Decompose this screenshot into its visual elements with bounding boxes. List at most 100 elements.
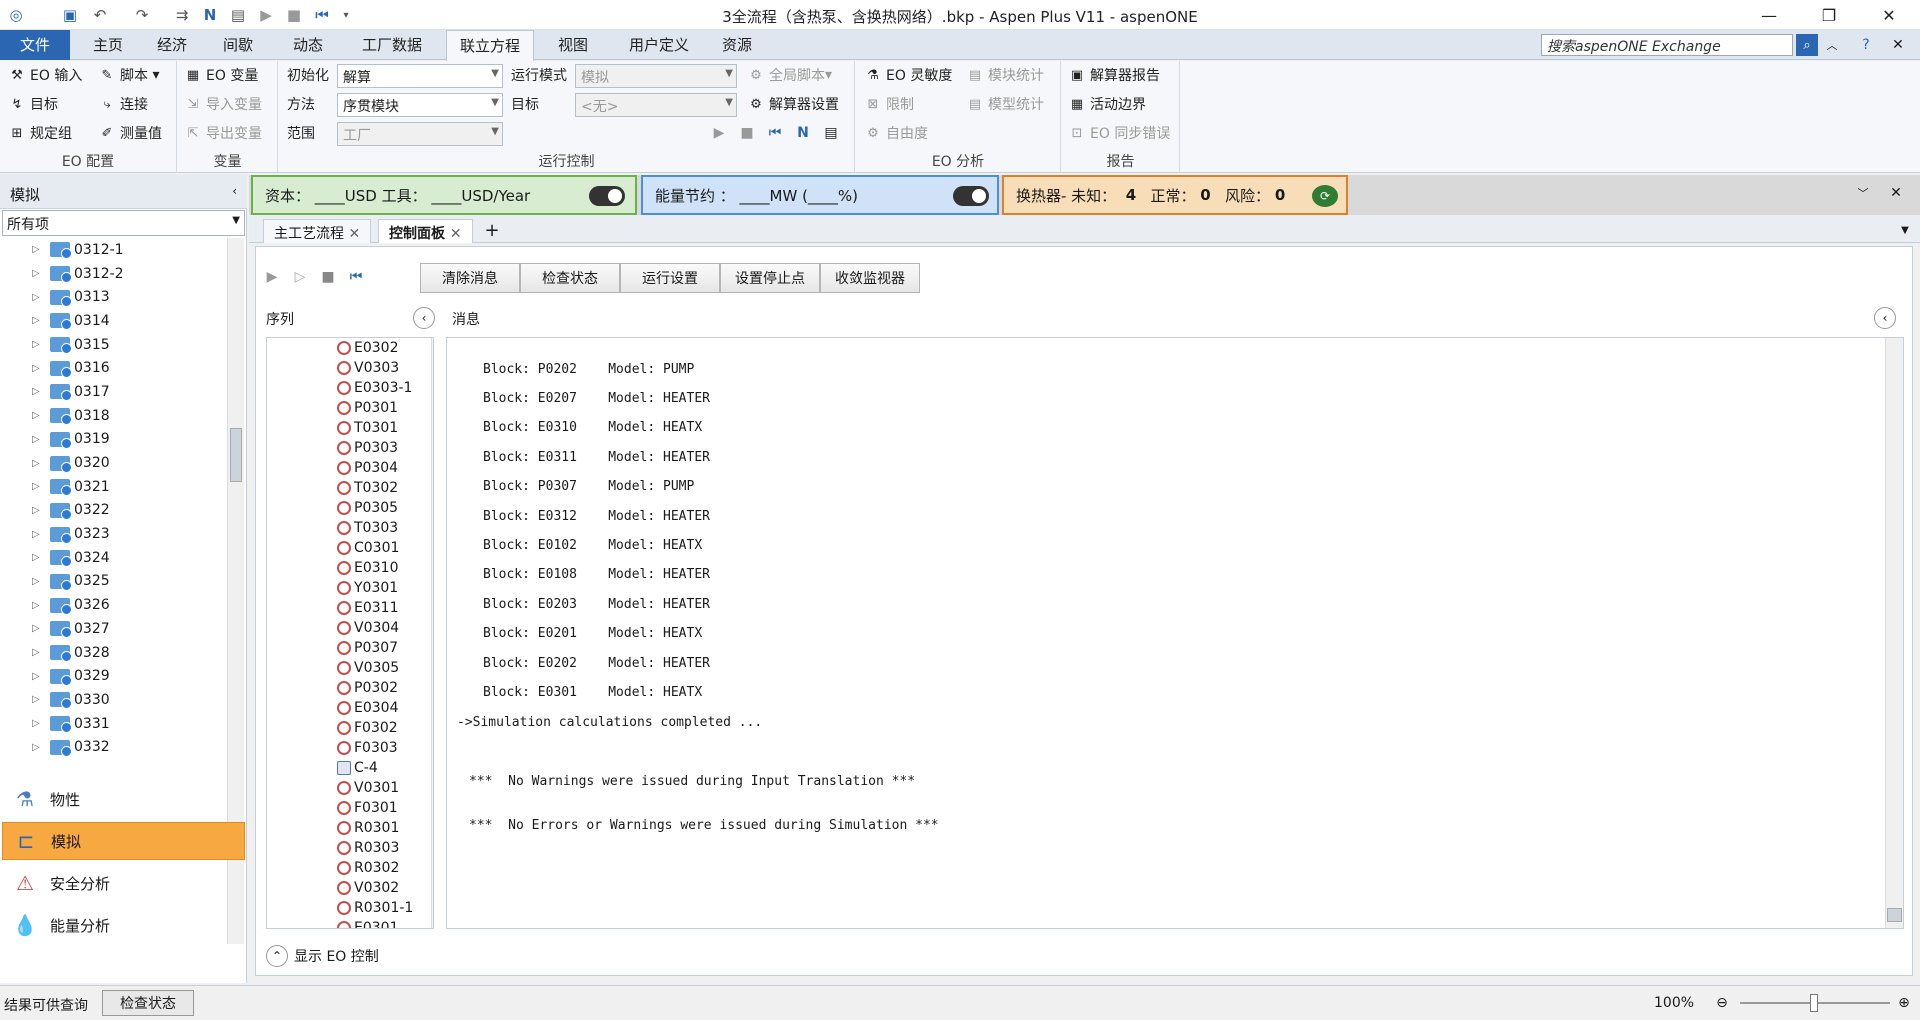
hx-status-icon[interactable]: ⟳: [1312, 185, 1338, 207]
tab-main-flowsheet[interactable]: 主工艺流程 ✕: [263, 219, 372, 243]
nav-energy[interactable]: 💧 能量分析: [2, 906, 245, 944]
sequence-item[interactable]: P0303: [267, 438, 433, 458]
sequence-item[interactable]: P0304: [267, 458, 433, 478]
sequence-item[interactable]: E0311: [267, 598, 433, 618]
expand-icon[interactable]: ▷: [32, 718, 46, 729]
clear-messages-button[interactable]: 清除消息: [420, 263, 520, 293]
scrollbar-thumb[interactable]: [230, 428, 242, 482]
sequence-item[interactable]: V0302: [267, 878, 433, 898]
expand-icon[interactable]: ▷: [32, 505, 46, 516]
close-bar-icon[interactable]: ✕: [1886, 183, 1906, 203]
sequence-item[interactable]: V0304: [267, 618, 433, 638]
eo-sensitivity-button[interactable]: ⚗ EO 灵敏度: [864, 63, 952, 87]
sequence-item[interactable]: P0305: [267, 498, 433, 518]
spec-group-button[interactable]: ⊞ 规定组: [8, 121, 72, 145]
control-panel-icon[interactable]: ▤: [821, 123, 841, 143]
tab-resources[interactable]: 资源: [707, 30, 767, 60]
expand-icon[interactable]: ▷: [32, 386, 46, 397]
sequence-item[interactable]: V0301: [267, 778, 433, 798]
measurement-button[interactable]: ✐ 测量值: [98, 121, 162, 145]
nav-simulation[interactable]: ⊏ 模拟: [2, 822, 245, 860]
tree-node[interactable]: ▷ 0318: [2, 404, 226, 428]
sequence-item[interactable]: R0301-1: [267, 898, 433, 918]
expand-icon[interactable]: ﹀: [1853, 183, 1873, 203]
message-scrollbar[interactable]: [1885, 338, 1903, 928]
solver-report-button[interactable]: ▣ 解算器报告: [1068, 63, 1160, 87]
expand-icon[interactable]: ▷: [32, 434, 46, 445]
help-icon[interactable]: ?: [1856, 35, 1876, 55]
expand-icon[interactable]: ▷: [32, 671, 46, 682]
sequence-item[interactable]: E0302: [267, 338, 433, 358]
search-icon[interactable]: ⌕: [1796, 34, 1818, 56]
new-tab-icon[interactable]: +: [482, 220, 502, 241]
tree-node[interactable]: ▷ 0321: [2, 475, 226, 499]
sequence-item[interactable]: T0301: [267, 418, 433, 438]
collapse-sequence-icon[interactable]: ‹: [413, 307, 435, 329]
tree-node[interactable]: ▷ 0316: [2, 356, 226, 380]
run-mode-select[interactable]: 模拟 ▼: [575, 64, 737, 88]
sequence-item[interactable]: E0304: [267, 698, 433, 718]
collapse-messages-icon[interactable]: ‹: [1874, 307, 1896, 329]
sequence-item[interactable]: F0303: [267, 738, 433, 758]
expand-icon[interactable]: ▷: [32, 410, 46, 421]
tab-file[interactable]: 文件: [0, 30, 70, 60]
active-bounds-button[interactable]: ▦ 活动边界: [1068, 92, 1146, 116]
collapse-pane-icon[interactable]: ‹: [232, 184, 237, 198]
tree-node[interactable]: ▷ 0315: [2, 333, 226, 357]
tab-dynamics[interactable]: 动态: [278, 30, 338, 60]
sequence-item[interactable]: R0303: [267, 838, 433, 858]
expand-icon[interactable]: ▷: [32, 292, 46, 303]
sequence-scrollbar[interactable]: [431, 338, 433, 928]
zoom-slider-thumb[interactable]: [1810, 994, 1818, 1012]
tree-node[interactable]: ▷ 0324: [2, 546, 226, 570]
tree-node[interactable]: ▷ 0317: [2, 380, 226, 404]
sequence-item[interactable]: F0302: [267, 718, 433, 738]
tab-batch[interactable]: 间歇: [208, 30, 268, 60]
tree-node[interactable]: ▷ 0319: [2, 428, 226, 452]
expand-icon[interactable]: ▷: [32, 552, 46, 563]
tab-list-icon[interactable]: ▼: [1895, 220, 1915, 240]
sequence-item[interactable]: C-4: [267, 758, 433, 778]
sync-errors-button[interactable]: ⊡ EO 同步错误: [1068, 121, 1171, 145]
tree-node[interactable]: ▷ 0312-1: [2, 238, 226, 262]
expand-icon[interactable]: ▷: [32, 576, 46, 587]
search-input[interactable]: 搜索aspenONE Exchange: [1541, 34, 1793, 56]
sequence-item[interactable]: V0305: [267, 658, 433, 678]
expand-icon[interactable]: ▷: [32, 315, 46, 326]
tab-plant-data[interactable]: 工厂数据: [352, 30, 432, 60]
step-forward-icon[interactable]: ▷: [290, 267, 310, 287]
tab-equation-oriented[interactable]: 联立方程: [446, 30, 534, 61]
target-select[interactable]: <无> ▼: [575, 93, 737, 117]
tab-control-panel[interactable]: 控制面板 ✕: [378, 219, 473, 243]
run-icon[interactable]: ▶: [262, 267, 282, 287]
block-stats-button[interactable]: ▤ 模块统计: [966, 63, 1044, 87]
sequence-item[interactable]: E0303-1: [267, 378, 433, 398]
tree-node[interactable]: ▷ 0313: [2, 285, 226, 309]
tab-customize[interactable]: 用户定义: [614, 30, 704, 60]
tree-node[interactable]: ▷ 0323: [2, 522, 226, 546]
eo-variables-button[interactable]: ▦ EO 变量: [184, 63, 258, 87]
sequence-item[interactable]: P0307: [267, 638, 433, 658]
expand-icon[interactable]: ▷: [32, 363, 46, 374]
sequence-item[interactable]: T0303: [267, 518, 433, 538]
tab-home[interactable]: 主页: [78, 30, 138, 60]
run-icon[interactable]: ▶: [709, 123, 729, 143]
tree-node[interactable]: ▷ 0320: [2, 451, 226, 475]
connect-button[interactable]: ⤷ 连接: [98, 92, 148, 116]
sequence-item[interactable]: R0302: [267, 858, 433, 878]
expand-icon[interactable]: ▷: [32, 600, 46, 611]
sequence-item[interactable]: P0302: [267, 678, 433, 698]
tree-node[interactable]: ▷ 0332: [2, 735, 226, 759]
expand-icon[interactable]: ▷: [32, 529, 46, 540]
tree-node[interactable]: ▷ 0325: [2, 570, 226, 594]
tree-node[interactable]: ▷ 0314: [2, 309, 226, 333]
restore-icon[interactable]: ❐: [1806, 0, 1852, 30]
tab-view[interactable]: 视图: [543, 30, 603, 60]
tree-node[interactable]: ▷ 0328: [2, 641, 226, 665]
expand-icon[interactable]: ▷: [32, 339, 46, 350]
sequence-item[interactable]: E0301: [267, 918, 433, 928]
tree-node[interactable]: ▷ 0329: [2, 664, 226, 688]
window-close-icon[interactable]: ✕: [1888, 35, 1908, 55]
tab-economics[interactable]: 经济: [142, 30, 202, 60]
reset-icon[interactable]: ⏮: [346, 267, 366, 287]
